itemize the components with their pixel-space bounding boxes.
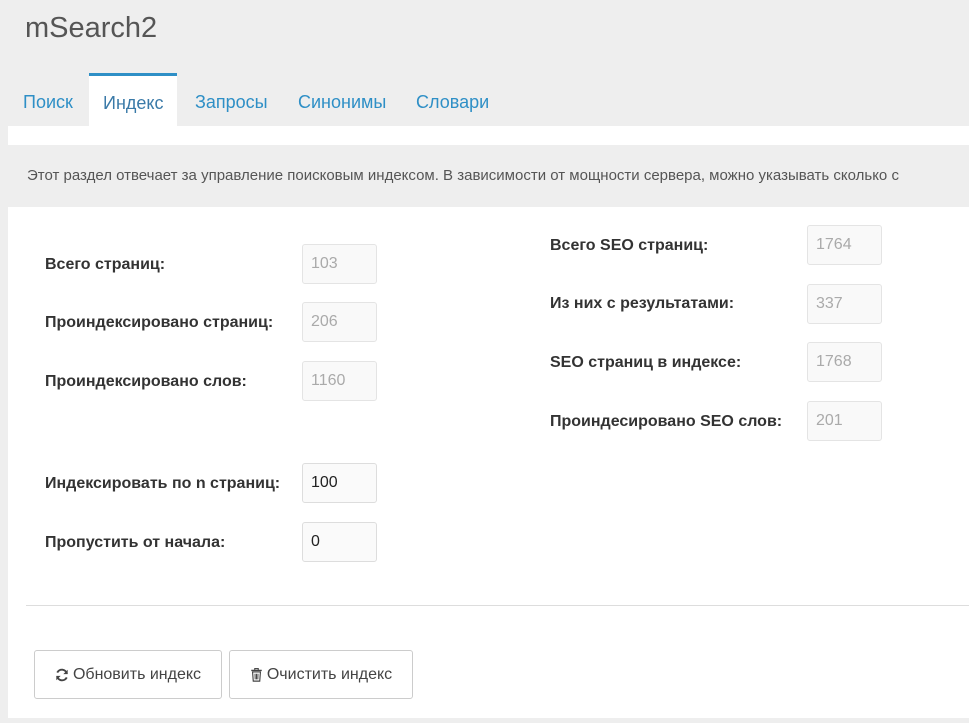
seo-with-results-label: Из них с результатами:: [550, 295, 735, 312]
refresh-index-button[interactable]: Обновить индекс: [34, 650, 222, 699]
seo-indexed-words-label: Проиндесировано SEO слов:: [550, 413, 783, 430]
skip-offset-input[interactable]: [302, 522, 377, 562]
indexed-words-field: [302, 361, 377, 401]
trash-icon: [250, 667, 263, 682]
indexed-words-label: Проиндексировано слов:: [45, 373, 247, 390]
index-batch-input[interactable]: [302, 463, 377, 503]
tab-dictionaries[interactable]: Словари: [416, 73, 489, 126]
total-seo-pages-field: [807, 225, 882, 265]
indexed-pages-field: [302, 302, 377, 342]
refresh-icon: [55, 668, 69, 682]
clear-index-label: Очистить индекс: [266, 665, 393, 683]
divider: [26, 605, 969, 606]
refresh-index-label: Обновить индекс: [72, 665, 202, 683]
indexed-pages-label: Проиндексировано страниц:: [45, 314, 274, 331]
tab-index[interactable]: Индекс: [89, 73, 178, 126]
total-pages-field: [302, 244, 377, 284]
skip-offset-label: Пропустить от начала:: [45, 534, 226, 551]
total-pages-label: Всего страниц:: [45, 256, 166, 273]
tab-queries[interactable]: Запросы: [195, 73, 268, 126]
page-title: mSearch2: [25, 12, 158, 44]
index-batch-label: Индексировать по n страниц:: [45, 475, 281, 492]
tab-search[interactable]: Поиск: [23, 73, 73, 126]
seo-in-index-field: [807, 342, 882, 382]
total-seo-pages-label: Всего SEO страниц:: [550, 237, 709, 254]
tab-bar: Поиск Индекс Запросы Синонимы Словари: [8, 73, 969, 126]
index-panel: Этот раздел отвечает за управление поиск…: [8, 126, 969, 718]
seo-in-index-label: SEO страниц в индексе:: [550, 354, 742, 371]
seo-indexed-words-field: [807, 401, 882, 441]
section-description: Этот раздел отвечает за управление поиск…: [8, 145, 969, 207]
clear-index-button[interactable]: Очистить индекс: [229, 650, 413, 699]
tab-synonyms[interactable]: Синонимы: [298, 73, 386, 126]
seo-with-results-field: [807, 284, 882, 324]
